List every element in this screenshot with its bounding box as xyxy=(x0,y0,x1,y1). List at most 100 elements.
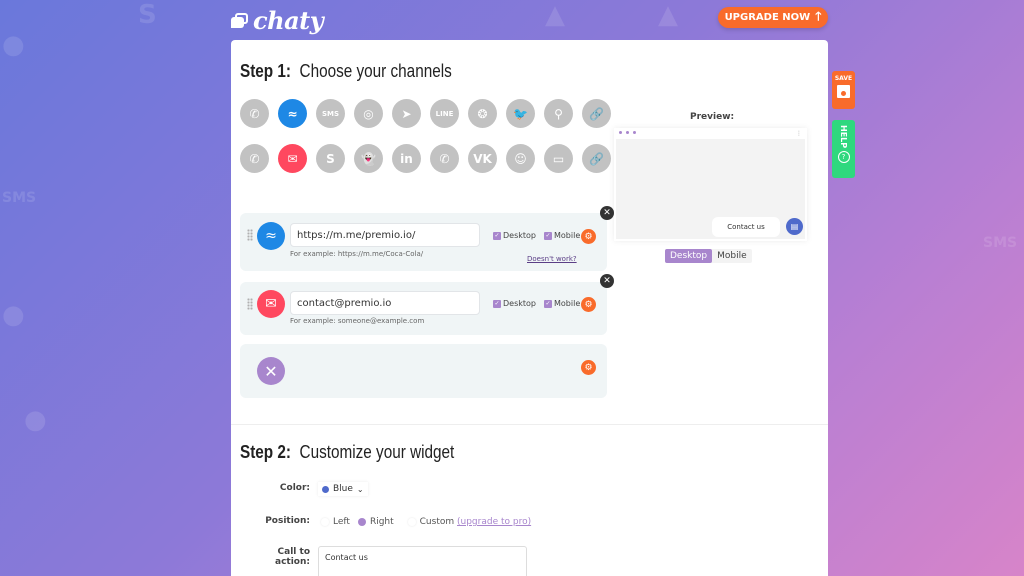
color-select[interactable]: Blue ⌄ xyxy=(318,482,368,496)
bg-telegram-icon: ▲ xyxy=(545,0,565,30)
bg-telegram-icon-2: ▲ xyxy=(658,0,678,30)
position-custom-radio[interactable]: Custom (upgrade to pro) xyxy=(407,517,531,527)
step2-number: Step 2: xyxy=(240,442,292,462)
floppy-disk-icon xyxy=(837,85,850,98)
custom-link-channel-icon[interactable]: 🔗 xyxy=(582,99,611,128)
position-label: Position: xyxy=(265,516,310,526)
snapchat-channel-icon[interactable]: 👻 xyxy=(354,144,383,173)
arrow-up-icon: 🡑 xyxy=(815,9,822,23)
remove-messenger-close-icon[interactable]: ✕ xyxy=(600,206,614,220)
call-to-action-input[interactable]: Contact us xyxy=(318,546,527,576)
mobile-label: Mobile xyxy=(554,231,581,240)
help-label: HELP xyxy=(839,125,848,149)
bg-map-pin-icon: ● xyxy=(2,300,25,330)
checkbox-checked-icon: ✓ xyxy=(544,231,552,240)
messenger-desktop-checkbox[interactable]: ✓ Desktop xyxy=(493,231,536,240)
line-channel-icon[interactable]: LINE xyxy=(430,99,459,128)
help-button[interactable]: HELP ? xyxy=(832,120,855,178)
position-radio-group: Left Right Custom (upgrade to pro) xyxy=(321,517,531,527)
preview-label: Preview: xyxy=(690,112,735,122)
viber-channel-icon[interactable]: ✆ xyxy=(430,144,459,173)
preview-chat-button-icon: ▤ xyxy=(786,218,803,235)
bg-snapchat-icon: ● xyxy=(2,30,25,60)
channel-config-close-trigger: ✕ ⚙ xyxy=(240,344,607,398)
telegram-channel-icon[interactable]: ➤ xyxy=(392,99,421,128)
checkbox-checked-icon: ✓ xyxy=(493,231,501,240)
drag-handle-icon[interactable] xyxy=(247,298,253,310)
position-left-radio[interactable]: Left xyxy=(321,517,350,527)
channel-picker-row-2: ✆ ✉ S 👻 in ✆ VK ☺ ▭ 🔗 xyxy=(240,144,611,173)
step2-heading: Step 2: Customize your widget xyxy=(240,442,454,463)
email-icon: ✉ xyxy=(257,290,285,318)
email-settings-gear-icon[interactable]: ⚙ xyxy=(581,297,596,312)
desktop-label: Desktop xyxy=(503,299,536,308)
position-right-radio[interactable]: Right xyxy=(357,517,394,527)
messenger-icon: ≈ xyxy=(257,222,285,250)
preview-view-toggle: Desktop Mobile xyxy=(665,249,752,263)
view-desktop-tab[interactable]: Desktop xyxy=(665,249,713,263)
instagram-channel-icon[interactable]: ◎ xyxy=(354,99,383,128)
twitter-channel-icon[interactable]: 🐦 xyxy=(506,99,535,128)
chaty-logo[interactable]: chaty xyxy=(231,6,324,35)
google-maps-channel-icon[interactable]: ⚲ xyxy=(544,99,573,128)
browser-dots-icon xyxy=(619,131,636,134)
poptin-channel-icon[interactable]: ▭ xyxy=(544,144,573,173)
close-trigger-x-icon: ✕ xyxy=(257,357,285,385)
chevron-down-icon: ⌄ xyxy=(356,484,364,494)
upgrade-now-button[interactable]: UPGRADE NOW 🡑 xyxy=(718,7,828,28)
upgrade-label: UPGRADE NOW xyxy=(724,12,811,23)
vkontakte-channel-icon[interactable]: VK xyxy=(468,144,497,173)
whatsapp-channel-icon[interactable]: ✆ xyxy=(240,99,269,128)
messenger-settings-gear-icon[interactable]: ⚙ xyxy=(581,229,596,244)
bg-sms-icon-2: SMS xyxy=(983,235,1018,251)
step1-title: Choose your channels xyxy=(299,61,452,81)
messenger-hint: For example: https://m.me/Coca-Cola/ xyxy=(290,250,424,258)
view-mobile-tab[interactable]: Mobile xyxy=(712,249,752,263)
bg-messenger-icon: ● xyxy=(24,405,47,435)
waze-channel-icon[interactable]: ☺ xyxy=(506,144,535,173)
question-mark-icon: ? xyxy=(837,151,850,164)
wechat-channel-icon[interactable]: ❂ xyxy=(468,99,497,128)
skype-channel-icon[interactable]: S xyxy=(316,144,345,173)
preview-canvas: Contact us ▤ xyxy=(616,139,805,239)
messenger-url-input[interactable]: https://m.me/premio.io/ xyxy=(290,223,480,247)
step2-title: Customize your widget xyxy=(299,442,455,462)
save-label: SAVE xyxy=(834,75,853,82)
channel-picker-row-1: ✆ ≈ SMS ◎ ➤ LINE ❂ 🐦 ⚲ 🔗 xyxy=(240,99,611,128)
email-desktop-checkbox[interactable]: ✓ Desktop xyxy=(493,299,536,308)
color-value: Blue xyxy=(333,484,353,494)
channel-config-messenger: ≈ https://m.me/premio.io/ For example: h… xyxy=(240,213,607,271)
mobile-label: Mobile xyxy=(554,299,581,308)
save-button[interactable]: SAVE xyxy=(832,71,855,109)
color-label: Color: xyxy=(279,483,310,493)
desktop-label: Desktop xyxy=(503,231,536,240)
drag-handle-icon[interactable] xyxy=(247,229,253,241)
email-hint: For example: someone@example.com xyxy=(290,317,425,325)
color-swatch xyxy=(322,485,329,493)
widget-preview: ⋮ Contact us ▤ xyxy=(614,128,807,241)
settings-card: Step 1: Choose your channels ✆ ≈ SMS ◎ ➤ LINE… xyxy=(231,40,828,576)
bg-skype-icon: S xyxy=(138,0,157,30)
phone-channel-icon[interactable]: ✆ xyxy=(240,144,269,173)
messenger-mobile-checkbox[interactable]: ✓ Mobile xyxy=(544,231,580,240)
email-address-input[interactable]: contact@premio.io xyxy=(290,291,480,315)
custom-link-2-channel-icon[interactable]: 🔗 xyxy=(582,144,611,173)
close-trigger-settings-gear-icon[interactable]: ⚙ xyxy=(581,360,596,375)
preview-cta-bubble: Contact us xyxy=(712,217,780,237)
email-mobile-checkbox[interactable]: ✓ Mobile xyxy=(544,299,580,308)
kebab-menu-icon: ⋮ xyxy=(796,130,802,137)
doesnt-work-link[interactable]: Doesn't work? xyxy=(527,255,577,263)
email-channel-icon[interactable]: ✉ xyxy=(278,144,307,173)
cta-label: Call to action: xyxy=(275,547,310,567)
upgrade-to-pro-link[interactable]: (upgrade to pro) xyxy=(457,517,531,527)
chat-bubbles-icon xyxy=(231,12,249,29)
checkbox-checked-icon: ✓ xyxy=(493,299,501,308)
bg-sms-icon: SMS xyxy=(2,190,37,206)
step1-number: Step 1: xyxy=(240,61,292,81)
facebook-messenger-channel-icon[interactable]: ≈ xyxy=(278,99,307,128)
sms-channel-icon[interactable]: SMS xyxy=(316,99,345,128)
section-divider xyxy=(231,424,828,425)
remove-email-close-icon[interactable]: ✕ xyxy=(600,274,614,288)
brand-name: chaty xyxy=(253,6,324,35)
linkedin-channel-icon[interactable]: in xyxy=(392,144,421,173)
